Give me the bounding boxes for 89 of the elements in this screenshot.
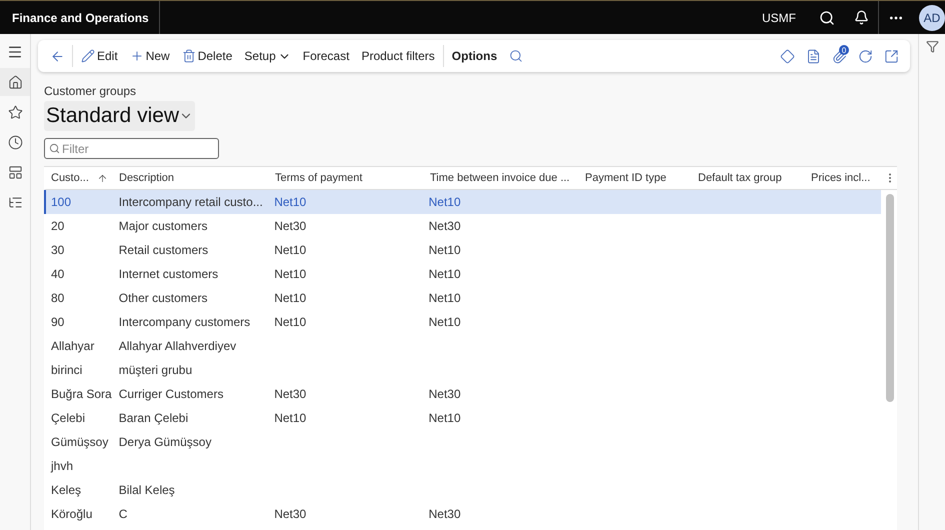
column-header[interactable]: Default tax group: [693, 172, 806, 184]
table-cell-text: Curriger Customers: [118, 387, 224, 401]
trash-icon: [182, 49, 196, 63]
toolbar-button[interactable]: Forecast: [296, 43, 356, 69]
column-header[interactable]: Terms of payment: [270, 172, 425, 184]
table-cell-text: Allahyar: [50, 339, 94, 353]
table-cell-text: Çelebi: [50, 411, 86, 425]
table-row[interactable]: Allahyar Allahyar Allahverdiyev: [44, 334, 881, 358]
scrollbar-thumb[interactable]: [886, 194, 894, 402]
table-cell-text: birinci: [50, 363, 82, 377]
filter-icon[interactable]: [926, 40, 938, 53]
table-row[interactable]: Köroğlu C Net30 Net30: [44, 502, 881, 526]
table-cell-text: Intercompany retail custo...: [118, 195, 263, 209]
table-row[interactable]: 100 Intercompany retail custo... Net10 Net10: [44, 190, 881, 214]
column-header[interactable]: Description: [114, 172, 270, 184]
table-cell-text: 40: [50, 267, 64, 281]
toolbar-menu[interactable]: Setup: [238, 43, 297, 69]
table-cell-text: Net10: [273, 243, 306, 257]
table-cell-text: Net10: [428, 243, 461, 257]
table-cell-text: Net30: [273, 387, 306, 401]
table-cell-text: Retail customers: [118, 243, 208, 257]
plus-icon: [130, 49, 144, 63]
table-cell-text: Net10: [273, 267, 306, 281]
table-cell-text: 90: [50, 315, 64, 329]
table-cell-text: Net30: [428, 387, 461, 401]
table-cell-text: 30: [50, 243, 64, 257]
table-cell-text: C: [118, 507, 128, 521]
table-cell-text: Derya Gümüşsoy: [118, 435, 212, 449]
table-cell-text: Net30: [428, 507, 461, 521]
toolbar-button[interactable]: Product filters: [355, 43, 441, 69]
attachment-button[interactable]: 0: [826, 43, 852, 69]
table-cell-text: jhvh: [50, 459, 74, 473]
table-row[interactable]: jhvh: [44, 454, 881, 478]
table-row[interactable]: Keleş Bilal Keleş: [44, 478, 881, 502]
table-cell-text: Other customers: [118, 291, 208, 305]
toolbar-button[interactable]: Delete: [176, 43, 238, 69]
table-row[interactable]: Çelebi Baran Çelebi Net10 Net10: [44, 406, 881, 430]
table-cell-text: Internet customers: [118, 267, 218, 281]
user-avatar[interactable]: AD: [919, 4, 945, 30]
company-label[interactable]: USMF: [762, 10, 796, 24]
table-row[interactable]: 40 Internet customers Net10 Net10: [44, 262, 881, 286]
table-cell-text: Köroğlu: [50, 507, 92, 521]
table-cell-text: 80: [50, 291, 64, 305]
toolbar-button[interactable]: New: [124, 43, 176, 69]
table-cell-text: Allahyar Allahverdiyev: [118, 339, 236, 353]
table-cell-text: Bilal Keleş: [118, 483, 175, 497]
table-row[interactable]: Gümüşsoy Derya Gümüşsoy: [44, 430, 881, 454]
table-cell-text: Net10: [428, 195, 461, 209]
table-row[interactable]: 20 Major customers Net30 Net30: [44, 214, 881, 238]
table-cell-text: 100: [50, 195, 72, 209]
table-cell-text: Net10: [428, 315, 461, 329]
column-header[interactable]: Custo...: [46, 172, 114, 184]
table-cell-text: müşteri grubu: [118, 363, 192, 377]
view-selector[interactable]: Standard view: [44, 101, 196, 131]
table-row[interactable]: 90 Intercompany customers Net10 Net10: [44, 310, 881, 334]
column-header[interactable]: Prices incl...: [806, 172, 884, 184]
table-row[interactable]: 80 Other customers Net10 Net10: [44, 286, 881, 310]
table-row[interactable]: Buğra Sora Curriger Customers Net30 Net30: [44, 382, 881, 406]
sort-arrow-icon: [97, 172, 108, 184]
table-cell-text: Net30: [428, 219, 461, 233]
table-cell-text: Net10: [273, 291, 306, 305]
table-cell-text: Major customers: [118, 219, 208, 233]
filter-field[interactable]: Filter: [44, 138, 219, 159]
table-row[interactable]: 30 Retail customers Net10 Net10: [44, 238, 881, 262]
home-icon[interactable]: [0, 68, 30, 96]
table-cell-text: Gümüşsoy: [50, 435, 108, 449]
search-icon: [49, 143, 60, 154]
table-cell-text: Net10: [273, 195, 306, 209]
column-header[interactable]: Payment ID type: [580, 172, 693, 184]
table-cell-text: Intercompany customers: [118, 315, 250, 329]
table-cell-text: Buğra Sora: [50, 387, 112, 401]
toolbar-button[interactable]: Edit: [75, 43, 124, 69]
table-cell-text: Net10: [428, 411, 461, 425]
table-cell-text: Keleş: [50, 483, 82, 497]
count-badge: 0: [839, 45, 849, 55]
table-cell-text: Baran Çelebi: [118, 411, 188, 425]
table-cell-text: Net30: [273, 507, 306, 521]
pencil-icon: [81, 49, 95, 63]
table-cell-text: Net10: [428, 267, 461, 281]
table-cell-text: 20: [50, 219, 64, 233]
table-cell-text: Net10: [273, 411, 306, 425]
app-title: Finance and Operations: [12, 10, 149, 24]
toolbar-tab[interactable]: Options: [446, 43, 504, 69]
table-cell-text: Net10: [273, 315, 306, 329]
page-caption: Customer groups: [44, 84, 136, 98]
table-row[interactable]: birinci müşteri grubu: [44, 358, 881, 382]
table-cell-text: Net30: [273, 219, 306, 233]
column-header[interactable]: Time between invoice due ...: [425, 172, 580, 184]
table-cell-text: Net10: [428, 291, 461, 305]
